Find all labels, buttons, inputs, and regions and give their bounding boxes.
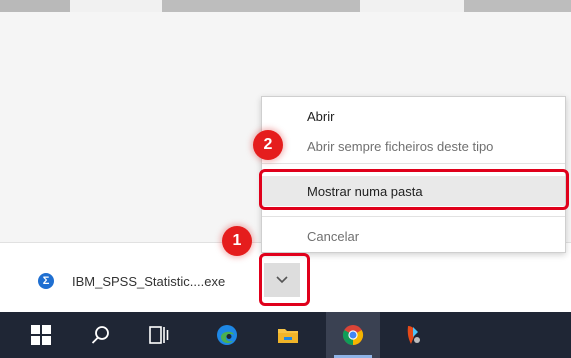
step-marker-2: 2 [253, 130, 283, 160]
file-explorer-icon[interactable] [273, 320, 303, 350]
browser-tab-strip [0, 0, 571, 12]
highlight-box-options-button [259, 253, 310, 306]
spss-file-icon: Σ [38, 273, 54, 289]
chrome-icon[interactable] [338, 320, 368, 350]
menu-item-label: Abrir sempre ficheiros deste tipo [307, 138, 494, 154]
download-item[interactable]: Σ IBM_SPSS_Statistic....exe [38, 269, 225, 293]
windows-start-icon[interactable] [26, 320, 56, 350]
menu-item-cancel[interactable]: Cancelar [262, 223, 565, 249]
menu-item-label: Abrir [307, 108, 335, 124]
tab[interactable] [360, 0, 464, 12]
highlight-box-show-in-folder [259, 169, 569, 210]
menu-divider [262, 216, 565, 217]
tab[interactable] [464, 0, 571, 12]
search-icon[interactable] [86, 320, 116, 350]
menu-item-always-open[interactable]: Abrir sempre ficheiros deste tipo [262, 133, 565, 159]
step-marker-1: 1 [222, 226, 252, 256]
menu-item-open[interactable]: Abrir [262, 103, 565, 129]
download-file-name: IBM_SPSS_Statistic....exe [72, 273, 226, 289]
menu-divider [262, 163, 565, 164]
tab[interactable] [70, 0, 162, 12]
tab[interactable] [0, 0, 70, 12]
menu-item-label: Cancelar [307, 228, 360, 244]
app-icon[interactable] [398, 320, 428, 350]
edge-icon[interactable] [212, 320, 242, 350]
windows-taskbar [0, 312, 571, 358]
tab[interactable] [162, 0, 360, 12]
task-view-icon[interactable] [144, 320, 174, 350]
